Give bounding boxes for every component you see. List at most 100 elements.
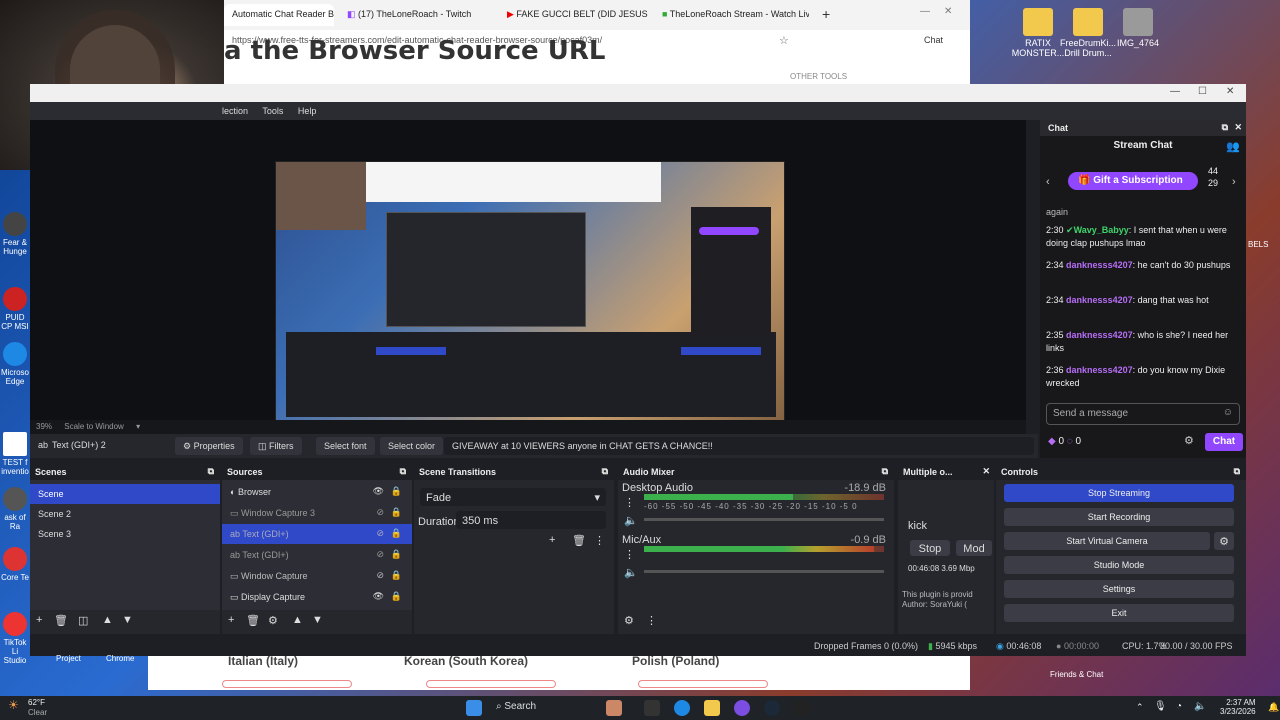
taskbar-app-icon[interactable] [606, 700, 622, 716]
source-item[interactable]: ab Text (GDI+) ⊘ 🔒 [222, 524, 412, 544]
source-item[interactable]: ▭ Window Capture 3 ⊘ 🔒 [222, 503, 412, 523]
source-item[interactable]: ▭ Window Capture ⊘ 🔒 [222, 566, 412, 586]
gear-icon[interactable]: ⚙ [1184, 434, 1194, 447]
tab-chat-reader[interactable]: Automatic Chat Reader B [224, 4, 334, 26]
arrow-up-icon[interactable]: ▲ [102, 614, 113, 626]
mic-icon[interactable]: 🎙 [1154, 701, 1167, 712]
gift-subscription-button[interactable]: 🎁 Gift a Subscription [1068, 172, 1198, 190]
close-icon[interactable]: ✕ [1234, 122, 1242, 133]
gear-icon[interactable]: ⚙ [268, 614, 278, 627]
lock-icon[interactable]: 🔒 [391, 528, 402, 539]
scene-item[interactable]: Scene 2 [30, 504, 220, 524]
network-icon[interactable]: ◔ [1176, 701, 1182, 712]
window-minimize-button[interactable]: — [920, 6, 930, 17]
obs-maximize-button[interactable]: ☐ [1198, 86, 1207, 97]
desktop-icon-ask[interactable]: ask of Ra [0, 485, 30, 531]
more-icon[interactable]: ⋮ [624, 496, 635, 509]
weather-widget[interactable]: ☀ 62°F Clear [8, 698, 47, 717]
message-user[interactable]: danknesss4207 [1066, 260, 1133, 270]
stop-streaming-button[interactable]: Stop Streaming [1004, 484, 1234, 502]
arrow-down-icon[interactable]: ▼ [122, 614, 133, 626]
favorite-star-icon[interactable]: ☆ [779, 34, 789, 47]
volume-icon[interactable]: 🔈 [1194, 701, 1206, 712]
zoom-value[interactable]: 39% [36, 422, 52, 431]
windows-start-icon[interactable] [466, 700, 482, 716]
desktop-icon-coretemp[interactable]: Core Te [0, 545, 30, 589]
scale-mode[interactable]: Scale to Window [64, 422, 124, 431]
tab-stream[interactable]: ■ TheLoneRoach Stream - Watch Liv [654, 4, 809, 26]
trash-icon[interactable]: 🗑 [54, 614, 68, 627]
points-display[interactable]: ◆ 0 ◌ 0 [1048, 436, 1081, 447]
arrow-down-icon[interactable]: ▼ [312, 614, 323, 626]
chevron-right-icon[interactable]: › [1232, 176, 1236, 188]
language-button[interactable] [222, 680, 352, 688]
chat-message-input[interactable]: Send a message ☺ [1046, 403, 1240, 425]
gear-icon[interactable]: ⚙ [1214, 532, 1234, 550]
source-item[interactable]: ▭ Display Capture 👁 🔒 [222, 587, 412, 607]
trash-icon[interactable]: 🗑 [246, 614, 260, 627]
message-user[interactable]: Wavy_Babyy [1074, 225, 1129, 235]
source-item[interactable]: ◐ Browser 👁 🔒 [222, 482, 412, 502]
tab-twitch[interactable]: ◧ (17) TheLoneRoach - Twitch [339, 4, 494, 26]
eye-hidden-icon[interactable]: ⊘ [376, 507, 384, 518]
desktop-icon-game[interactable]: Fear & Hunge [0, 210, 30, 256]
add-icon[interactable]: + [549, 534, 555, 546]
source-item[interactable]: ab Text (GDI+) ⊘ 🔒 [222, 545, 412, 565]
text-input[interactable]: GIVEAWAY at 10 VIEWERS anyone in CHAT GE… [444, 437, 1034, 455]
tray-expand-icon[interactable]: ⌃ [1136, 702, 1144, 713]
speaker-icon[interactable]: 🔈 [624, 514, 638, 527]
close-icon[interactable]: ✕ [982, 466, 990, 477]
eye-icon[interactable]: 👁 [373, 486, 384, 497]
speaker-icon[interactable]: 🔈 [624, 566, 638, 579]
start-recording-button[interactable]: Start Recording [1004, 508, 1234, 526]
chat-send-button[interactable]: Chat [1205, 433, 1243, 451]
dock-undock-icon[interactable]: ⧉ [1234, 466, 1240, 477]
menu-help[interactable]: Help [298, 106, 317, 116]
desktop-icon-edge[interactable]: Microso Edge [0, 340, 30, 386]
chevron-down-icon[interactable]: ▾ [136, 422, 140, 431]
dock-undock-icon[interactable]: ⧉ [882, 466, 888, 477]
clock[interactable]: 2:37 AM 3/23/2026 [1220, 698, 1256, 716]
volume-slider[interactable] [644, 518, 884, 521]
settings-button[interactable]: Settings [1004, 580, 1234, 598]
steam-icon[interactable] [764, 700, 780, 716]
desktop-icon-test[interactable]: TEST f inventio [0, 430, 30, 476]
properties-button[interactable]: ⚙ Properties [175, 437, 243, 455]
menu-selection[interactable]: lection [222, 106, 248, 116]
window-close-button[interactable]: ✕ [944, 6, 952, 17]
dock-undock-icon[interactable]: ⧉ [400, 466, 406, 477]
arrow-up-icon[interactable]: ▲ [292, 614, 303, 626]
obs-preview[interactable] [30, 120, 1026, 448]
task-view-icon[interactable] [644, 700, 660, 716]
filter-icon[interactable]: ◫ [78, 614, 88, 627]
gear-icon[interactable]: ⚙ [624, 614, 634, 627]
more-icon[interactable]: ⋮ [594, 534, 605, 547]
dock-undock-icon[interactable]: ⧉ [208, 466, 214, 477]
message-user[interactable]: danknesss4207 [1066, 330, 1133, 340]
modify-output-button[interactable]: Mod [956, 540, 992, 556]
desktop-icon-tiktok[interactable]: TikTok Li Studio [0, 610, 30, 665]
eye-hidden-icon[interactable]: ⊘ [376, 570, 384, 581]
taskbar-search[interactable]: ⌕ Search [492, 700, 592, 716]
desktop-icon-msi[interactable]: PUID CP MSI [0, 285, 30, 331]
more-icon[interactable]: ⋮ [624, 548, 635, 561]
add-icon[interactable]: + [36, 614, 42, 626]
discord-icon[interactable] [734, 700, 750, 716]
chevron-left-icon[interactable]: ‹ [1046, 176, 1050, 188]
copilot-chat-button[interactable]: Chat [924, 35, 943, 45]
edge-icon[interactable] [674, 700, 690, 716]
dock-undock-icon[interactable]: ⧉ [602, 466, 608, 477]
exit-button[interactable]: Exit [1004, 604, 1234, 622]
obs-minimize-button[interactable]: — [1170, 86, 1180, 97]
transition-select[interactable]: Fade ▾ [420, 488, 606, 506]
language-button[interactable] [638, 680, 768, 688]
new-tab-button[interactable]: + [822, 6, 830, 22]
users-icon[interactable]: 👥 [1226, 140, 1240, 153]
lock-icon[interactable]: 🔒 [391, 507, 402, 518]
eye-icon[interactable]: 👁 [373, 591, 384, 602]
obs-icon[interactable] [794, 700, 810, 716]
eye-hidden-icon[interactable]: ⊘ [376, 549, 384, 560]
add-icon[interactable]: + [228, 614, 234, 626]
message-user[interactable]: danknesss4207 [1066, 295, 1133, 305]
scene-item[interactable]: Scene 3 [30, 524, 220, 544]
